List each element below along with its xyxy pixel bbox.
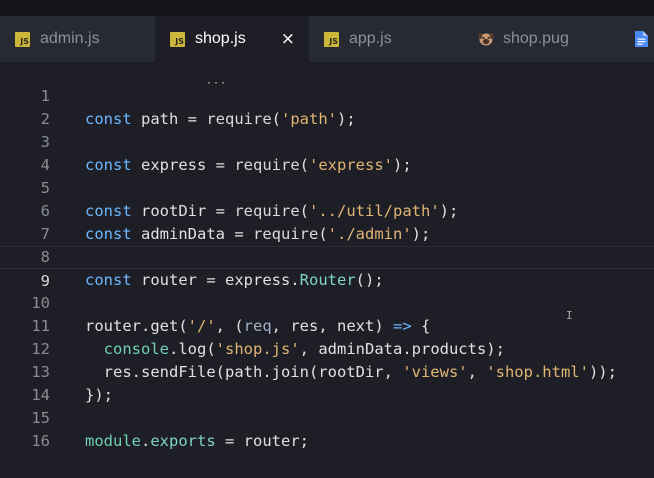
document-icon <box>635 31 648 47</box>
code-line: 3 const express = require('express'); <box>0 108 654 174</box>
tab-app-js[interactable]: JS app.js <box>309 16 464 62</box>
code-line: 7 <box>0 200 654 243</box>
tab-label: admin.js <box>40 30 100 47</box>
close-icon[interactable]: × <box>281 29 295 49</box>
code-line: 16 <box>0 407 654 450</box>
code-line: 12 res.sendFile(path.join(rootDir, 'view… <box>0 315 654 381</box>
tab-label: shop.pug <box>503 30 569 47</box>
code-line: 2 <box>0 85 654 128</box>
tab-admin-js[interactable]: JS admin.js <box>0 16 155 62</box>
code-line-current: 9 <box>0 246 654 290</box>
code-line: 8 const router = express.Router(); <box>0 223 654 289</box>
js-file-icon: JS <box>324 31 339 47</box>
tab-shop-pug[interactable]: shop.pug <box>464 16 619 62</box>
tab-label: app.js <box>349 30 392 47</box>
code-line: 15 module.exports = router; <box>0 384 654 450</box>
code-line: 14 <box>0 361 654 404</box>
code-line: 1 const path = require('path'); <box>0 62 654 128</box>
code-text: module.exports = router; <box>85 430 309 453</box>
pug-icon <box>478 33 494 46</box>
js-file-icon: JS <box>170 31 185 47</box>
token-object: module <box>85 432 141 450</box>
tab-label: shop.js <box>195 30 246 47</box>
token-punct: . <box>141 432 151 450</box>
tab-shop-js[interactable]: JS shop.js × <box>155 16 309 62</box>
code-editor[interactable]: 1 const path = require('path'); ··· 2 3 … <box>0 62 654 478</box>
editor-tab-bar: JS admin.js JS shop.js × JS app.js shop.… <box>0 16 654 62</box>
code-line: 4 <box>0 131 654 174</box>
tab-overflow-doc[interactable] <box>619 16 654 62</box>
code-line: 5 const rootDir = require('../util/path'… <box>0 154 654 220</box>
token-text: = router; <box>215 432 309 450</box>
js-file-icon: JS <box>15 31 30 47</box>
window-top-strip <box>0 0 654 16</box>
code-line: 6 const adminData = require('./admin'); <box>0 177 654 243</box>
code-line: 13 }); <box>0 338 654 404</box>
code-line: 10 router.get('/', (req, res, next) => { <box>0 269 654 335</box>
line-number: 16 <box>31 432 50 450</box>
code-line: 11 console.log('shop.js', adminData.prod… <box>0 292 654 358</box>
token-property: exports <box>150 432 216 450</box>
